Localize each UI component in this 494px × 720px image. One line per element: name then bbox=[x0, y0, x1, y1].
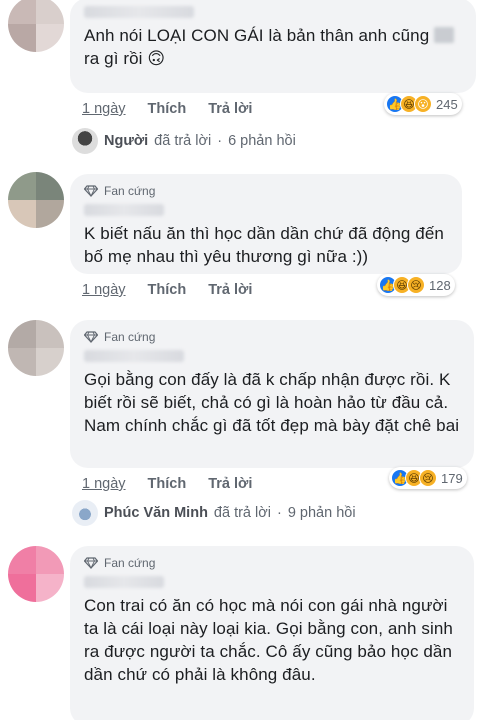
reaction-count: 179 bbox=[441, 470, 463, 486]
comment-bubble: Fan cứng Con trai có ăn có học mà nói co… bbox=[70, 546, 474, 720]
comment-bubble: Anh nói LOẠI CON GÁI là bản thân anh cũn… bbox=[70, 0, 476, 93]
comment-actions: 1 ngày Thích Trả lời bbox=[82, 476, 252, 492]
comment-actions: 1 ngày Thích Trả lời bbox=[82, 282, 252, 298]
upside-down-face-emoji: 🙃 bbox=[147, 49, 166, 68]
comment-text: K biết nấu ăn thì học dần dần chứ đã độn… bbox=[84, 224, 444, 266]
reply-button[interactable]: Trả lời bbox=[208, 101, 252, 117]
replies-link[interactable]: Phúc Văn Minh đã trả lời · 9 phản hồi bbox=[72, 500, 356, 526]
reaction-summary[interactable]: 👍 😆 😮 245 bbox=[384, 93, 462, 115]
fan-badge: Fan cứng bbox=[84, 554, 460, 572]
commenter-name-redacted[interactable] bbox=[84, 576, 164, 588]
separator-dot: · bbox=[217, 133, 223, 149]
replier-name: Người bbox=[104, 133, 149, 149]
comment-text: Anh nói LOẠI CON GÁI là bản thân anh cũn… bbox=[84, 24, 462, 70]
replier-name: Phúc Văn Minh bbox=[104, 505, 208, 521]
timestamp-link[interactable]: 1 ngày bbox=[82, 101, 126, 117]
fan-badge-label: Fan cứng bbox=[104, 184, 156, 198]
reply-button[interactable]: Trả lời bbox=[208, 476, 252, 492]
sad-reaction-icon: 😮 bbox=[414, 95, 432, 113]
reply-button[interactable]: Trả lời bbox=[208, 282, 252, 298]
commenter-name-redacted[interactable] bbox=[84, 350, 184, 362]
sad-reaction-icon: 😢 bbox=[407, 276, 425, 294]
timestamp-link[interactable]: 1 ngày bbox=[82, 282, 126, 298]
like-button[interactable]: Thích bbox=[148, 476, 187, 492]
fan-badge: Fan cứng bbox=[84, 328, 460, 346]
replier-avatar bbox=[72, 128, 98, 154]
replied-label: đã trả lời bbox=[213, 505, 271, 521]
comment-bubble: Fan cứng K biết nấu ăn thì học dần dần c… bbox=[70, 174, 462, 274]
comment-bubble: Fan cứng Gọi bằng con đấy là đã k chấp n… bbox=[70, 320, 474, 468]
replied-label: đã trả lời bbox=[154, 133, 212, 149]
commenter-avatar[interactable] bbox=[8, 0, 64, 52]
replier-avatar bbox=[72, 500, 98, 526]
comment-actions: 1 ngày Thích Trả lời bbox=[82, 101, 252, 117]
diamond-icon bbox=[84, 185, 98, 197]
fan-badge-label: Fan cứng bbox=[104, 556, 156, 570]
commenter-name-redacted[interactable] bbox=[84, 6, 194, 18]
fan-badge-label: Fan cứng bbox=[104, 330, 156, 344]
reaction-count: 128 bbox=[429, 277, 451, 293]
reply-count: 6 phản hồi bbox=[228, 133, 296, 149]
commenter-avatar[interactable] bbox=[8, 172, 64, 228]
replies-link[interactable]: Người đã trả lời · 6 phản hồi bbox=[72, 128, 296, 154]
diamond-icon bbox=[84, 557, 98, 569]
commenter-name-redacted[interactable] bbox=[84, 204, 164, 216]
commenter-avatar[interactable] bbox=[8, 320, 64, 376]
sad-reaction-icon: 😢 bbox=[419, 469, 437, 487]
fan-badge: Fan cứng bbox=[84, 182, 448, 200]
comment-text: Gọi bằng con đấy là đã k chấp nhận được … bbox=[84, 370, 460, 435]
reaction-count: 245 bbox=[436, 96, 458, 112]
separator-dot: · bbox=[276, 505, 282, 521]
timestamp-link[interactable]: 1 ngày bbox=[82, 476, 126, 492]
redacted-word bbox=[434, 27, 455, 43]
comment-text: Con trai có ăn có học mà nói con gái nhà… bbox=[84, 596, 453, 684]
like-button[interactable]: Thích bbox=[148, 101, 187, 117]
reaction-summary[interactable]: 👍 😆 😢 179 bbox=[389, 467, 467, 489]
reaction-summary[interactable]: 👍 😆 😢 128 bbox=[377, 274, 455, 296]
reply-count: 9 phản hồi bbox=[287, 505, 356, 521]
commenter-avatar[interactable] bbox=[8, 546, 64, 602]
diamond-icon bbox=[84, 331, 98, 343]
like-button[interactable]: Thích bbox=[148, 282, 187, 298]
